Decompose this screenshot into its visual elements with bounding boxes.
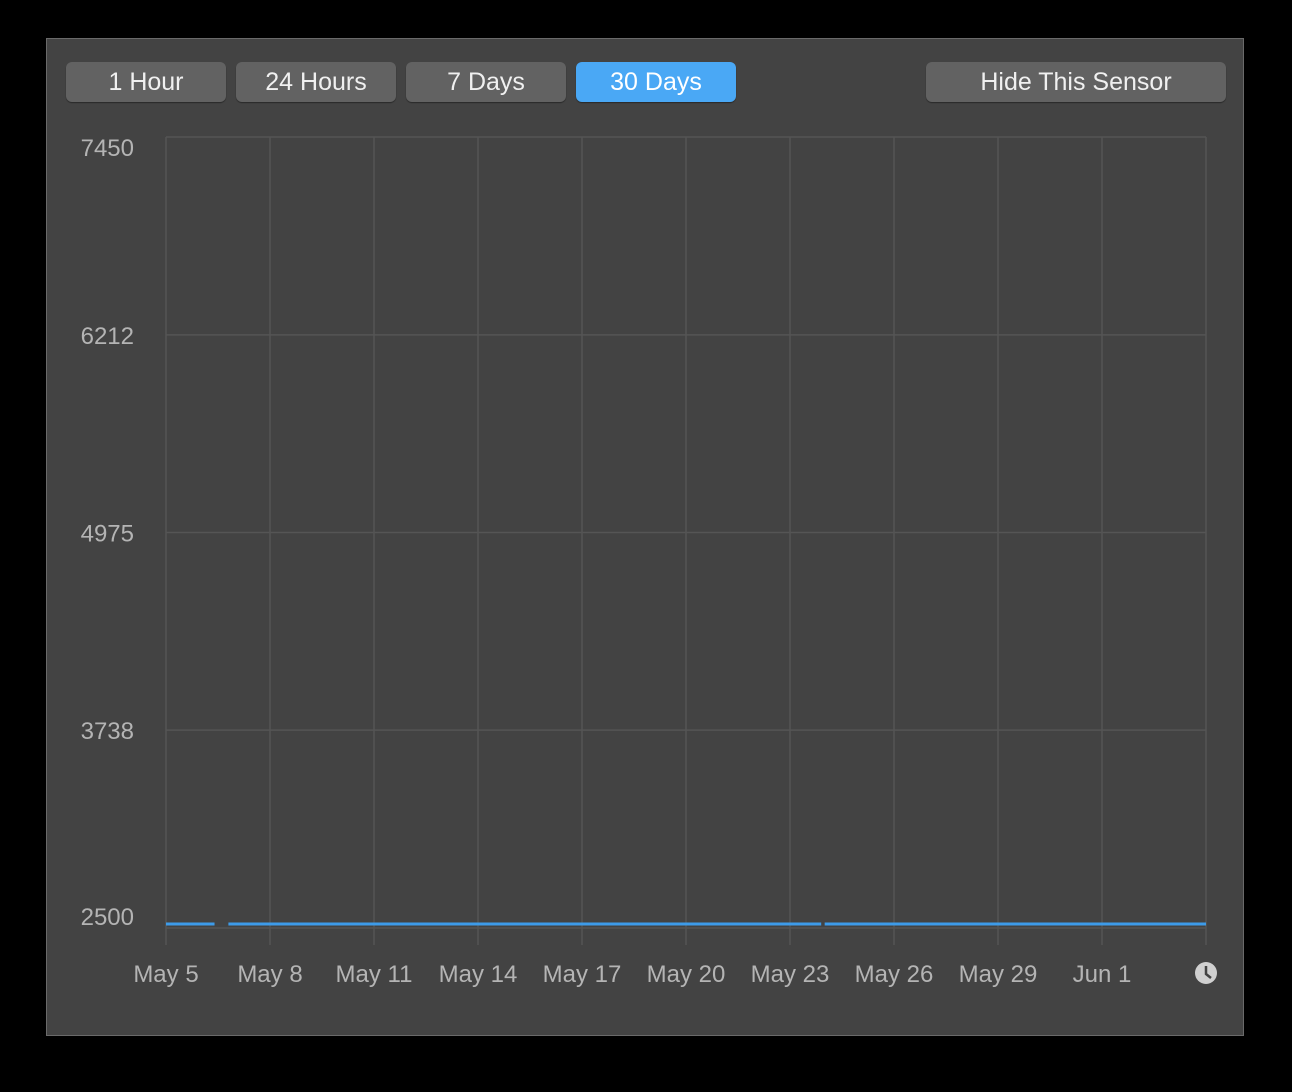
y-tick-label: 6212: [81, 323, 134, 350]
y-tick-label: 4975: [81, 521, 134, 548]
x-tick-label: May 5: [133, 961, 198, 988]
x-tick-label: May 11: [336, 961, 413, 988]
clock-icon[interactable]: [1195, 962, 1217, 984]
x-tick-label: May 17: [543, 961, 622, 988]
x-tick-label: May 14: [439, 961, 518, 988]
y-tick-label: 3738: [81, 718, 134, 745]
x-tick-label: May 26: [855, 961, 934, 988]
x-tick-label: Jun 1: [1073, 961, 1132, 988]
x-tick-label: May 20: [647, 961, 726, 988]
y-tick-label: 2500: [81, 904, 134, 931]
x-tick-label: May 29: [959, 961, 1038, 988]
x-tick-label: May 8: [237, 961, 302, 988]
y-tick-label: 7450: [81, 135, 134, 162]
x-tick-label: May 23: [751, 961, 830, 988]
chart: 7450 6212 4975 3738 2500 May 5 May 8 May 11 May …: [81, 135, 1217, 988]
